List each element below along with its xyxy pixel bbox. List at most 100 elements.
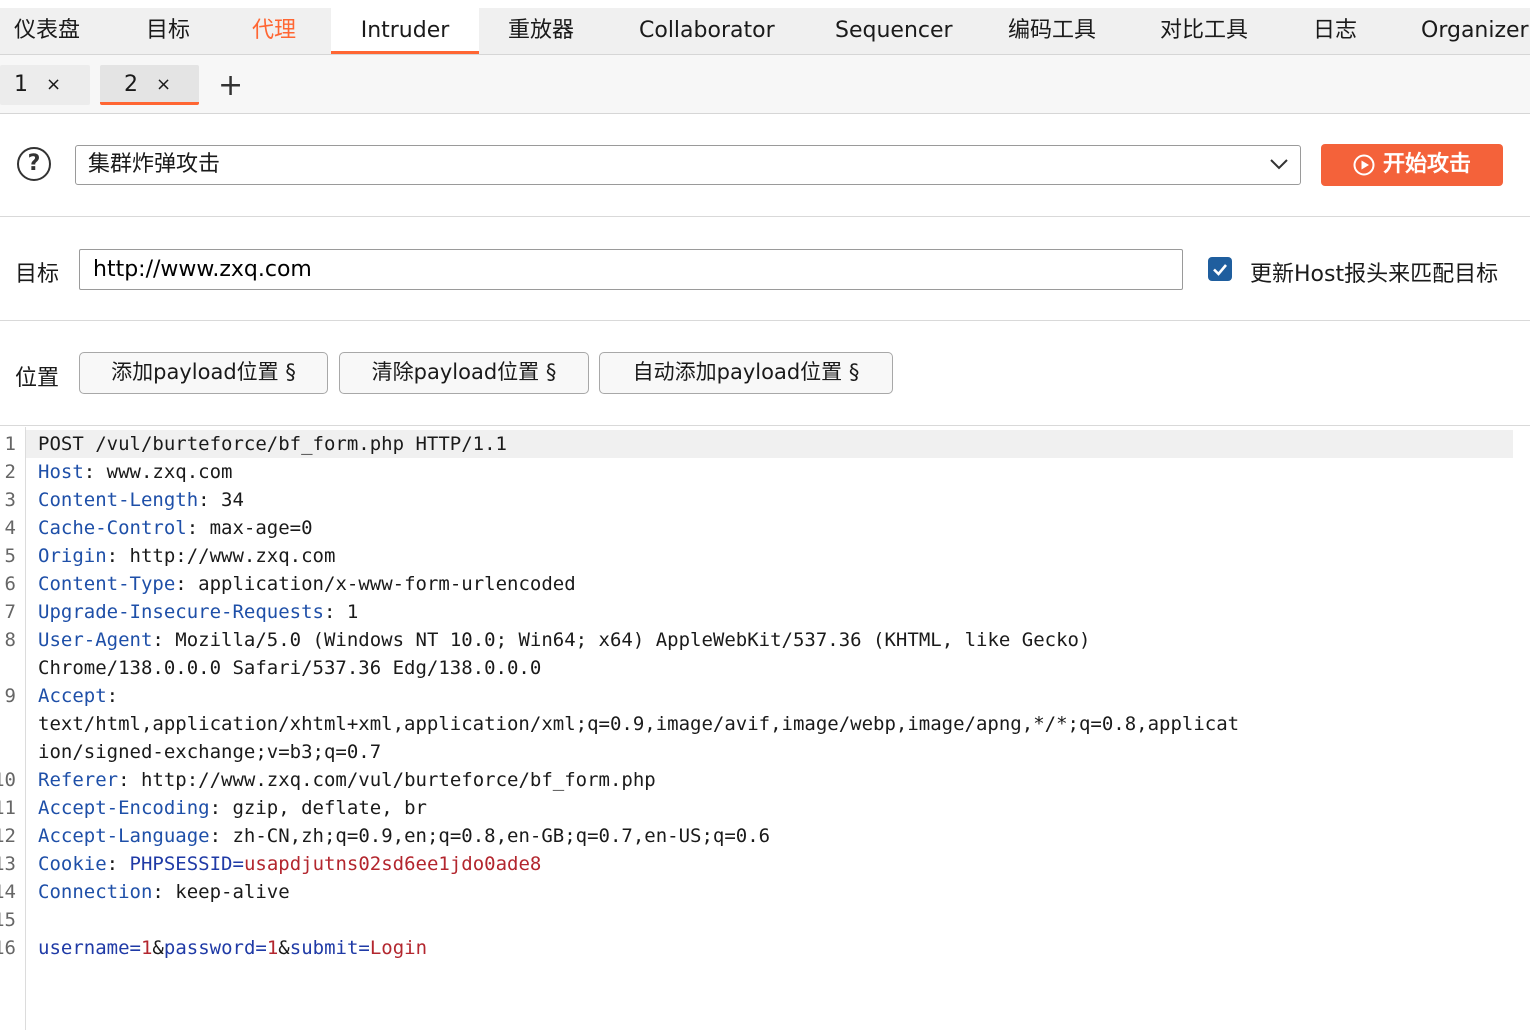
header-line: Accept-Encoding: gzip, deflate, br bbox=[38, 797, 427, 819]
header-name: Origin bbox=[38, 545, 107, 567]
chevron-down-icon bbox=[1270, 159, 1288, 170]
divider bbox=[0, 425, 1530, 426]
header-name: User-Agent bbox=[38, 629, 153, 651]
line-number: 10 bbox=[0, 769, 16, 791]
header-line: Cookie: PHPSESSID=usapdjutns02sd6ee1jdo0… bbox=[38, 853, 542, 875]
header-value-wrap: text/html,application/xhtml+xml,applicat… bbox=[38, 713, 1240, 735]
tab-sequencer[interactable]: Sequencer bbox=[835, 8, 953, 54]
cookie-key: PHPSESSID bbox=[129, 853, 233, 875]
header-name: Accept-Language bbox=[38, 825, 210, 847]
header-value: max-age=0 bbox=[209, 517, 313, 539]
clear-payload-position-button[interactable]: 清除payload位置 § bbox=[339, 352, 589, 394]
attack-type-select[interactable]: 集群炸弹攻击 bbox=[75, 145, 1301, 185]
header-line: Accept: bbox=[38, 685, 119, 707]
header-line: Accept-Language: zh-CN,zh;q=0.9,en;q=0.8… bbox=[38, 825, 771, 847]
line-number: 13 bbox=[0, 853, 16, 875]
param-value: 1 bbox=[140, 937, 153, 959]
target-url-input[interactable] bbox=[79, 249, 1183, 290]
update-host-label: 更新Host报头来匹配目标 bbox=[1250, 262, 1499, 287]
header-value: http://www.zxq.com/vul/burteforce/bf_for… bbox=[140, 769, 656, 791]
line-number: 12 bbox=[0, 825, 16, 847]
tab-comparer[interactable]: 对比工具 bbox=[1160, 8, 1248, 54]
line-number: 5 bbox=[4, 545, 16, 567]
start-attack-button[interactable]: 开始攻击 bbox=[1321, 144, 1503, 186]
intruder-tab-2[interactable]: 2 × bbox=[100, 65, 199, 105]
header-value: http://www.zxq.com bbox=[129, 545, 336, 567]
line-number: 14 bbox=[0, 881, 16, 903]
tab-dashboard[interactable]: 仪表盘 bbox=[14, 8, 80, 54]
attack-type-value: 集群炸弹攻击 bbox=[88, 152, 221, 177]
tab-decoder[interactable]: 编码工具 bbox=[1008, 8, 1096, 54]
line-number: 4 bbox=[4, 517, 16, 539]
header-value-wrap: ion/signed-exchange;v=b3;q=0.7 bbox=[38, 741, 382, 763]
header-name: Referer bbox=[38, 769, 119, 791]
line-number: 15 bbox=[0, 909, 16, 931]
close-icon[interactable]: × bbox=[156, 65, 171, 105]
line-number: 1 bbox=[4, 433, 16, 455]
tab-organizer[interactable]: Organizer bbox=[1421, 8, 1529, 54]
header-name: Cache-Control bbox=[38, 517, 187, 539]
header-line: Host: www.zxq.com bbox=[38, 461, 233, 483]
param-key: submit bbox=[289, 937, 359, 959]
header-line: Origin: http://www.zxq.com bbox=[38, 545, 336, 567]
header-line: Referer: http://www.zxq.com/vul/burtefor… bbox=[38, 769, 656, 791]
add-payload-position-button[interactable]: 添加payload位置 § bbox=[79, 352, 328, 394]
header-value: application/x-www-form-urlencoded bbox=[198, 573, 576, 595]
header-value: gzip, deflate, br bbox=[232, 797, 427, 819]
divider bbox=[0, 216, 1530, 217]
param-value: 1 bbox=[266, 937, 279, 959]
tab-intruder[interactable]: Intruder bbox=[331, 8, 479, 54]
tab-collaborator[interactable]: Collaborator bbox=[639, 8, 775, 54]
header-line: Upgrade-Insecure-Requests: 1 bbox=[38, 601, 359, 623]
header-name: Cookie bbox=[38, 853, 107, 875]
header-line: Content-Type: application/x-www-form-url… bbox=[38, 573, 576, 595]
start-attack-label: 开始攻击 bbox=[1383, 152, 1472, 177]
header-value: 34 bbox=[221, 489, 244, 511]
header-name: Host bbox=[38, 461, 84, 483]
update-host-checkbox[interactable] bbox=[1208, 257, 1232, 281]
header-line: Content-Length: 34 bbox=[38, 489, 244, 511]
checkmark-icon bbox=[1213, 264, 1227, 276]
header-line: User-Agent: Mozilla/5.0 (Windows NT 10.0… bbox=[38, 629, 1091, 651]
param-key: password bbox=[163, 937, 256, 959]
tab-repeater[interactable]: 重放器 bbox=[508, 8, 574, 54]
line-number: 8 bbox=[4, 629, 16, 651]
header-name: Accept-Encoding bbox=[38, 797, 210, 819]
auto-add-payload-position-button[interactable]: 自动添加payload位置 § bbox=[599, 352, 893, 394]
line-number: 9 bbox=[4, 685, 16, 707]
request-line: POST /vul/burteforce/bf_form.php HTTP/1.… bbox=[38, 433, 507, 455]
header-value: Mozilla/5.0 (Windows NT 10.0; Win64; x64… bbox=[175, 629, 1091, 651]
target-label: 目标 bbox=[15, 262, 60, 287]
header-name: Content-Type bbox=[38, 573, 176, 595]
intruder-tab-1[interactable]: 1 × bbox=[0, 65, 90, 105]
play-icon bbox=[1353, 154, 1375, 176]
line-number: 16 bbox=[0, 937, 16, 959]
top-tab-bar: 仪表盘 目标 代理 Intruder 重放器 Collaborator Sequ… bbox=[0, 8, 1530, 55]
help-icon[interactable]: ? bbox=[17, 147, 51, 181]
header-value-wrap: Chrome/138.0.0.0 Safari/537.36 Edg/138.0… bbox=[38, 657, 542, 679]
intruder-tab-label: 1 bbox=[14, 72, 28, 97]
line-number: 7 bbox=[4, 601, 16, 623]
request-body: username=1&password=1&submit=Login bbox=[38, 937, 428, 959]
header-name: Accept bbox=[38, 685, 107, 707]
tab-logger[interactable]: 日志 bbox=[1313, 8, 1357, 54]
line-number: 3 bbox=[4, 489, 16, 511]
header-name: Upgrade-Insecure-Requests bbox=[38, 601, 324, 623]
param-value: Login bbox=[369, 937, 428, 959]
request-editor[interactable]: 1 2 3 4 5 6 7 8 9 10 11 12 13 14 15 16 P… bbox=[0, 427, 1530, 1030]
param-key: username bbox=[38, 937, 130, 959]
gutter-divider bbox=[25, 427, 26, 1030]
tab-proxy[interactable]: 代理 bbox=[252, 8, 296, 54]
tab-target[interactable]: 目标 bbox=[146, 8, 190, 54]
header-value: 1 bbox=[346, 601, 359, 623]
header-name: Connection bbox=[38, 881, 153, 903]
positions-label: 位置 bbox=[15, 366, 60, 391]
cookie-value: usapdjutns02sd6ee1jdo0ade8 bbox=[243, 853, 542, 875]
divider bbox=[0, 320, 1530, 321]
add-tab-icon[interactable]: + bbox=[218, 66, 243, 106]
line-number: 11 bbox=[0, 797, 16, 819]
header-value: zh-CN,zh;q=0.9,en;q=0.8,en-GB;q=0.7,en-U… bbox=[232, 825, 771, 847]
line-number: 2 bbox=[4, 461, 16, 483]
line-number: 6 bbox=[4, 573, 16, 595]
close-icon[interactable]: × bbox=[46, 65, 61, 105]
